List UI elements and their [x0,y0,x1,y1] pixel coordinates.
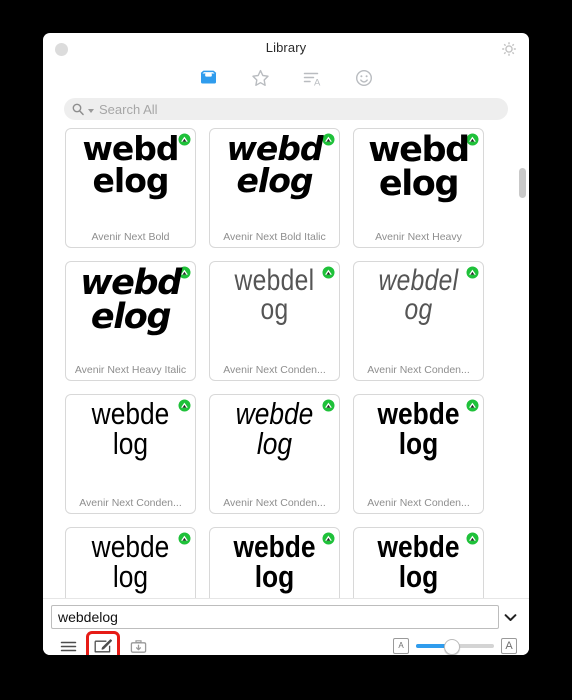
large-a-label: A [505,639,513,652]
font-sample-preview: webdelog [366,266,472,358]
tab-bar: A [43,63,529,93]
search-bar: Search All [43,93,529,128]
font-card-name: Avenir Next Heavy [375,231,462,243]
large-a-icon[interactable]: A [501,638,517,654]
font-card[interactable]: webdelog Avenir Next Conden... [209,261,340,381]
font-sample-line-2: og [404,293,433,327]
font-sample-preview: webdelog [66,133,195,225]
tab-text[interactable]: A [299,67,325,89]
chevron-down-icon[interactable] [499,606,521,628]
svg-text:A: A [314,77,321,87]
font-sample-line-2: log [254,559,295,595]
font-size-slider[interactable] [416,639,494,655]
font-card[interactable]: webd elog Avenir Next Heavy [353,128,484,248]
font-card-name: Avenir Next Bold [91,231,170,243]
preview-text-value: webdelog [58,609,118,625]
font-sample-line-1: webd [368,133,470,170]
install-download-icon[interactable] [125,635,151,655]
tab-favorites[interactable] [247,67,273,89]
font-card[interactable]: webd elog Avenir Next Bold Italic [209,128,340,248]
font-sample-preview: webdelog [354,133,483,225]
scrollbar-thumb[interactable] [519,168,526,198]
title-bar: Library [43,33,529,63]
font-sample-line-1: webd [80,266,182,303]
font-sample-preview: webdelog [76,399,186,491]
font-card[interactable]: webdelog Avenir Next Conden... [209,394,340,514]
font-card-name: Avenir Next Conden... [367,497,470,509]
tab-emoji[interactable] [351,67,377,89]
font-sample-line-1: webdel [234,266,315,297]
font-sample-line-2: log [398,426,439,462]
font-sample-line-2: elog [90,297,172,338]
font-sample-line-2: elog [92,161,170,201]
font-sample-line-1: webde [91,399,170,431]
font-sample-line-1: webde [377,532,460,564]
preview-text-input[interactable]: webdelog [51,605,499,629]
font-sample-preview: webdelog [220,399,330,491]
font-card-name: Avenir Next Conden... [223,364,326,376]
font-card[interactable]: webdelog Avenir Next Conden... [65,394,196,514]
search-scope-caret-down-icon[interactable] [88,108,94,113]
font-grid: webd elog Avenir Next Bold webd elog Avenir … [43,128,529,641]
tab-library[interactable] [195,67,221,89]
slider-knob[interactable] [444,639,461,655]
search-icon [72,103,84,116]
font-card[interactable]: webdelog Avenir Next Conden... [353,261,484,381]
small-a-label: A [398,641,404,650]
small-a-icon[interactable]: A [393,638,409,654]
font-grid-area: webd elog Avenir Next Bold webd elog Avenir … [43,128,529,641]
search-input[interactable]: Search All [64,98,508,120]
font-card[interactable]: webdelog Avenir Next Conden... [353,394,484,514]
controls-row: A A [43,629,529,655]
font-card-name: Avenir Next Conden... [79,497,182,509]
font-sample-line-1: webde [377,399,460,431]
font-sample-line-2: log [398,559,439,595]
font-book-window: Library A Search All webd elog Avenir Ne… [43,33,529,655]
font-sample-line-2: log [112,559,149,595]
font-card[interactable]: webd elog Avenir Next Heavy Italic [65,261,196,381]
search-placeholder: Search All [99,101,158,117]
font-sample-line-1: webde [233,532,316,564]
font-card-name: Avenir Next Conden... [223,497,326,509]
compose-pencil-icon[interactable] [86,631,120,655]
font-sample-line-1: webdel [378,266,459,297]
font-size-slider-group: A A [393,638,517,655]
font-sample-line-2: elog [236,161,314,201]
font-sample-preview: webdelog [210,133,339,225]
window-title: Library [265,40,307,55]
font-sample-preview: webdelog [222,266,328,358]
font-sample-line-1: webde [235,399,314,431]
font-card-name: Avenir Next Heavy Italic [74,364,187,376]
font-sample-line-2: log [256,426,293,462]
font-sample-line-1: webde [91,532,170,564]
preview-row: webdelog [43,599,529,629]
font-sample-preview: webdelog [66,266,195,358]
font-card[interactable]: webd elog Avenir Next Bold [65,128,196,248]
font-sample-line-2: elog [378,164,460,205]
font-sample-preview: webdelog [364,399,474,491]
scrollbar[interactable] [519,136,526,633]
bottom-bar: webdelog A A [43,598,529,655]
list-lines-icon[interactable] [55,635,81,655]
gear-icon[interactable] [500,40,518,58]
font-card-name: Avenir Next Conden... [367,364,470,376]
font-sample-line-2: og [260,293,289,327]
font-card-name: Avenir Next Bold Italic [223,231,326,243]
font-sample-line-2: log [112,426,149,462]
